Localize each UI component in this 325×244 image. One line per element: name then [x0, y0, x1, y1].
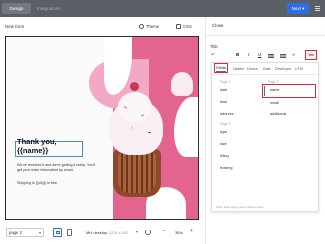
mobile-icon[interactable]	[67, 229, 72, 236]
desktop-icon[interactable]	[53, 228, 62, 237]
text-format-toolbar: ↶ B I U ∞	[210, 50, 320, 60]
page-select-value: page 2	[9, 230, 22, 235]
variable-item: name	[270, 88, 280, 92]
thank-you-heading[interactable]: Thank you, {{name}}	[17, 137, 57, 155]
theme-icon	[139, 23, 144, 29]
page-select[interactable]: page 2 ▾	[6, 228, 44, 237]
css-label: CSS	[183, 23, 192, 29]
variable-item[interactable]: frosting	[220, 166, 232, 170]
divider	[206, 35, 325, 36]
cupcake-frosting	[171, 72, 193, 96]
variable-item[interactable]: time	[220, 100, 227, 104]
selection-indicator	[264, 86, 265, 96]
form-title: New form	[5, 24, 25, 29]
underline-icon[interactable]: U	[258, 52, 261, 57]
zoom-level: 35%	[175, 230, 184, 235]
variable-item[interactable]: address	[220, 112, 234, 116]
next-button[interactable]: Next ▾	[287, 3, 309, 14]
refresh-icon[interactable]	[145, 229, 151, 235]
variable-item[interactable]: filling	[220, 154, 229, 158]
code-icon	[176, 23, 181, 29]
italic-icon[interactable]: I	[248, 52, 250, 57]
variable-item[interactable]: type	[220, 130, 227, 134]
device-select[interactable]: MH desktop 1024 x 840	[86, 230, 128, 235]
group-heading: Page 3	[220, 122, 231, 126]
shipping-text[interactable]: Shipping to {{city}} is free.	[17, 181, 101, 186]
variable-item[interactable]: size	[220, 142, 227, 146]
top-bar: Design Integrations Next ▾	[0, 0, 325, 17]
body-text[interactable]: We've received it and we're getting it r…	[17, 163, 101, 173]
insert-variable-button[interactable]: Var	[305, 50, 317, 60]
bold-icon[interactable]: B	[236, 52, 239, 57]
divider	[212, 74, 318, 75]
variable-item[interactable]: email	[270, 101, 279, 105]
help-text: Form field output and preview value	[216, 205, 264, 209]
form-canvas[interactable]: Thank you, {{name}} We've received it an…	[5, 36, 199, 220]
align-icon[interactable]	[268, 54, 274, 55]
theme-label: Theme	[146, 23, 160, 29]
theme-button[interactable]: Theme	[139, 22, 159, 30]
heading-line-2: {{name}}	[17, 146, 49, 155]
tab-device[interactable]: Device	[247, 67, 258, 71]
variable-item[interactable]: additional	[270, 112, 286, 116]
heading-line-1: Thank you,	[17, 137, 57, 146]
list-icon[interactable]	[280, 54, 286, 55]
cherry	[130, 82, 139, 91]
chevron-down-icon: ▾	[38, 230, 41, 235]
device-size: 1024 x 840	[108, 230, 129, 235]
group-heading: Page 1	[220, 80, 231, 84]
undo-icon[interactable]: ↶	[211, 52, 215, 58]
active-tab-indicator	[216, 71, 226, 72]
variable-item[interactable]: date	[220, 88, 227, 92]
menu-icon[interactable]	[313, 5, 321, 12]
chevron-down-icon[interactable]: ▾	[136, 229, 138, 234]
tab-utm[interactable]: UTM	[295, 67, 303, 71]
close-button[interactable]: Close	[212, 23, 224, 28]
bottom-bar: page 2 ▾ MH desktop 1024 x 840 ▾ − 35% +	[0, 225, 205, 244]
cupcake-wrapper	[118, 153, 156, 193]
link-icon[interactable]: ∞	[292, 52, 295, 57]
tab-hidden[interactable]: Hidden	[233, 67, 244, 71]
tab-design[interactable]: Design	[2, 3, 31, 14]
tab-date[interactable]: Date	[263, 67, 271, 71]
zoom-in-icon[interactable]: +	[190, 228, 193, 234]
next-button-label: Next	[291, 6, 301, 11]
title-label: Title	[210, 44, 218, 49]
zoom-out-icon[interactable]: −	[163, 228, 166, 234]
css-button[interactable]: CSS	[176, 22, 192, 30]
tab-integrations[interactable]: Integrations	[37, 3, 61, 14]
device-name: MH desktop	[86, 230, 108, 235]
tab-developer[interactable]: Developer	[275, 67, 291, 71]
